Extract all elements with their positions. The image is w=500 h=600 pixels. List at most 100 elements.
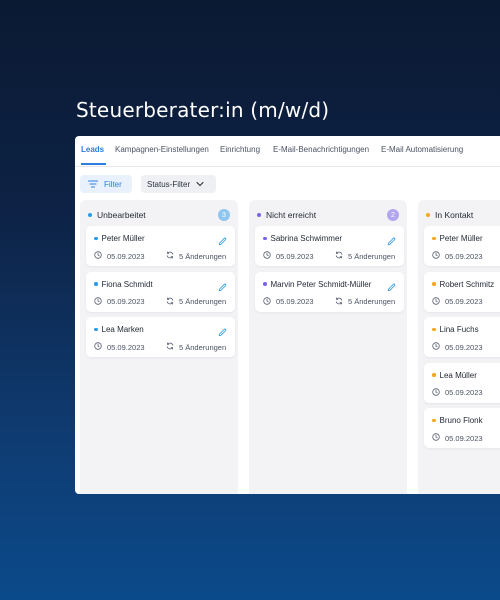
lead-card[interactable]: Lea Müller05.09.20235 Änderungen — [424, 362, 500, 403]
lead-name: Bruno Flonk — [439, 416, 483, 425]
pencil-icon[interactable] — [218, 324, 227, 342]
clock-icon — [94, 251, 102, 261]
lead-name-row: Bruno Flonk — [432, 416, 483, 425]
status-dot — [432, 418, 436, 423]
sync-icon — [166, 297, 174, 307]
tab-kampagnen-einstellungen[interactable]: Kampagnen-Einstellungen — [115, 145, 209, 154]
sync-icon — [166, 251, 174, 261]
status-dot — [263, 236, 267, 241]
status-dot — [88, 213, 92, 217]
lead-name: Fiona Schmidt — [101, 279, 153, 289]
lead-date: 05.09.2023 — [263, 251, 314, 261]
lead-card[interactable]: Peter Müller 05.09.2023 5 Änderungen — [86, 226, 235, 266]
lead-date: 05.09.2023 — [94, 342, 145, 352]
leads-panel: Leads Kampagnen-Einstellungen Einrichtun… — [75, 136, 500, 494]
clock-icon — [432, 251, 440, 261]
lead-card[interactable]: Bruno Flonk05.09.20235 Änderungen — [424, 408, 500, 448]
filter-button[interactable]: Filter — [80, 175, 132, 193]
clock-icon — [432, 387, 440, 398]
lead-card[interactable]: Peter Müller05.09.20235 Änderungen — [424, 226, 500, 266]
status-filter-label: Status-Filter — [147, 179, 191, 189]
lead-date: 05.09.2023 — [263, 296, 314, 307]
lead-date-text: 05.09.2023 — [445, 251, 483, 261]
lead-name: Lea Marken — [101, 325, 144, 334]
status-dot — [432, 327, 436, 332]
lead-date: 05.09.2023 — [94, 296, 145, 307]
status-filter-dropdown[interactable]: Status-Filter — [141, 175, 216, 193]
column-count-badge: 2 — [387, 209, 399, 221]
tab-leads[interactable]: Leads — [81, 145, 104, 154]
clock-icon — [263, 296, 271, 307]
lead-changes: 5 Änderungen — [335, 297, 395, 307]
lead-date-text: 05.09.2023 — [445, 433, 483, 443]
sync-icon — [335, 297, 343, 307]
lead-date-text: 05.09.2023 — [107, 297, 145, 306]
lead-card[interactable]: Fiona Schmidt 05.09.2023 5 Änderungen — [86, 271, 235, 312]
status-dot — [432, 373, 436, 377]
lead-date-text: 05.09.2023 — [276, 251, 314, 261]
lead-name-row: Fiona Schmidt — [94, 280, 153, 289]
lead-date-text: 05.09.2023 — [445, 342, 483, 352]
clock-icon — [432, 433, 440, 443]
lead-name: Robert Schmitz — [439, 279, 495, 289]
lead-name-row: Lea Müller — [432, 371, 477, 380]
status-dot — [432, 282, 436, 286]
lead-name: Peter Müller — [439, 234, 483, 243]
lead-name-row: Peter Müller — [432, 234, 483, 243]
tab-einrichtung[interactable]: Einrichtung — [220, 145, 260, 154]
lead-card[interactable]: Lea Marken 05.09.2023 5 Änderungen — [86, 317, 235, 357]
clock-icon — [432, 296, 440, 307]
status-dot — [94, 327, 98, 332]
active-tab-indicator — [81, 163, 106, 165]
lead-name: Sabrina Schwimmer — [270, 234, 343, 243]
lead-date-text: 05.09.2023 — [445, 388, 483, 397]
status-column: Nicht erreicht 2 Sabrina Schwimmer 05.09.20… — [249, 200, 407, 494]
lead-name-row: Lina Fuchs — [432, 325, 479, 334]
job-title: Steuerberater:in (m/w/d) — [76, 98, 330, 122]
lead-changes: 5 Änderungen — [166, 342, 226, 352]
lead-card[interactable]: Marvin Peter Schmidt-Müller 05.09.2023 5 Ä… — [255, 271, 404, 312]
status-dot — [94, 282, 98, 286]
column-title: Unbearbeitet — [97, 210, 146, 220]
lead-card[interactable]: Robert Schmitz05.09.20235 Änderungen — [424, 271, 500, 312]
lead-changes-text: 5 Änderungen — [179, 251, 227, 261]
lead-date-text: 05.09.2023 — [107, 342, 145, 352]
lead-changes: 5 Änderungen — [335, 251, 395, 261]
lead-card[interactable]: Sabrina Schwimmer 05.09.2023 5 Änderungen — [255, 226, 404, 266]
clock-icon — [94, 296, 102, 307]
lead-card[interactable]: Lina Fuchs05.09.20235 Änderungen — [424, 317, 500, 357]
lead-date: 05.09.2023 — [432, 433, 483, 443]
lead-name-row: Robert Schmitz — [432, 280, 494, 289]
tab-email-benachrichtigungen[interactable]: E-Mail-Benachrichtigungen — [273, 145, 369, 154]
sync-icon — [335, 251, 343, 261]
lead-changes-text: 5 Änderungen — [179, 297, 227, 306]
pencil-icon[interactable] — [218, 233, 227, 251]
lead-date: 05.09.2023 — [432, 387, 483, 398]
clock-icon — [263, 251, 271, 261]
status-column: In KontaktPeter Müller05.09.20235 Änderu… — [418, 200, 500, 494]
pencil-icon[interactable] — [218, 279, 227, 297]
lead-name: Marvin Peter Schmidt-Müller — [270, 279, 372, 289]
status-dot — [432, 236, 436, 241]
tab-bar: Leads Kampagnen-Einstellungen Einrichtun… — [75, 136, 500, 167]
status-dot — [257, 213, 261, 217]
lead-date-text: 05.09.2023 — [107, 251, 145, 261]
pencil-icon[interactable] — [387, 279, 396, 297]
lead-date: 05.09.2023 — [94, 251, 145, 261]
chevron-down-icon — [196, 181, 204, 187]
column-title: Nicht erreicht — [266, 210, 317, 220]
tab-email-automatisierung[interactable]: E-Mail Automatisierung — [381, 145, 463, 154]
clock-icon — [94, 342, 102, 352]
lead-name-row: Marvin Peter Schmidt-Müller — [263, 280, 371, 289]
lead-name: Peter Müller — [101, 234, 145, 243]
lead-name: Lina Fuchs — [439, 325, 479, 334]
lead-changes: 5 Änderungen — [166, 251, 226, 261]
lead-changes-text: 5 Änderungen — [179, 342, 227, 352]
column-title: In Kontakt — [435, 210, 474, 220]
lead-name-row: Lea Marken — [94, 325, 144, 334]
lead-date-text: 05.09.2023 — [445, 297, 483, 306]
pencil-icon[interactable] — [387, 233, 396, 251]
clock-icon — [432, 342, 440, 352]
lead-changes-text: 5 Änderungen — [348, 297, 396, 306]
lead-name-row: Sabrina Schwimmer — [263, 234, 342, 243]
